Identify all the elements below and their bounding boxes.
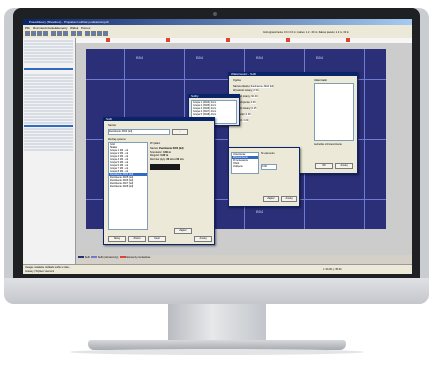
measure-icon[interactable]	[97, 31, 102, 36]
grid-layout-title: Układ siatki	[314, 79, 327, 82]
dialog-title: Sufity	[189, 95, 239, 98]
legend-item: Sufit (zaznaczony)	[97, 256, 119, 259]
name-input[interactable]: Zwolnienie 3404 (kd)	[108, 129, 170, 135]
ruler-marker[interactable]	[226, 38, 230, 42]
ruler-marker[interactable]	[286, 38, 290, 42]
zoom-in-icon[interactable]	[51, 31, 56, 36]
change-button[interactable]: Zmień	[128, 236, 146, 242]
ruler-marker[interactable]	[106, 38, 110, 42]
list-item[interactable]: Zwolnienie 3408 (kd)	[109, 185, 147, 188]
monitor-chin	[4, 278, 429, 304]
left-panel	[23, 38, 76, 264]
tile-label: B54	[316, 55, 324, 60]
example-label: Przykład:	[150, 142, 161, 145]
new-icon[interactable]	[25, 31, 30, 36]
ok-button[interactable]: OK	[315, 163, 333, 169]
list-item[interactable]: Grupa 5 (3408) 2mm	[192, 113, 236, 116]
tile-label: B54	[256, 55, 264, 60]
camera-dot	[213, 12, 217, 16]
delete-button[interactable]: Usuń	[148, 236, 166, 242]
cancel-button[interactable]: Anuluj	[194, 236, 212, 242]
print-icon[interactable]	[43, 31, 48, 36]
legend: Sufit Sufit (zaznaczony) Elementy montaż…	[78, 256, 408, 260]
window-title: Posadzkowy (Sheetbox) - Projektant sufit…	[29, 20, 110, 24]
element-list[interactable]: Uziemienie Wykończenie Przeniesienie Obr…	[231, 152, 259, 174]
open-icon[interactable]	[31, 31, 36, 36]
rotate-icon[interactable]	[91, 31, 96, 36]
ruler-marker[interactable]	[346, 38, 350, 42]
example-props: Nazwa: Zwolnienie 3404 (kd) Szerokość: 0…	[150, 147, 184, 161]
element-number-input[interactable]: 0.00	[261, 164, 277, 170]
monitor-shadow	[70, 349, 364, 355]
settings-icon[interactable]	[103, 31, 108, 36]
element-dialog: Uziemienie Wykończenie Przeniesienie Obr…	[228, 147, 300, 207]
ruler-marker[interactable]	[166, 38, 170, 42]
redo-icon[interactable]	[77, 31, 82, 36]
cancel-button[interactable]: Anuluj	[335, 163, 353, 169]
header-message: Grid ograniczenia: 0.6 / 0.6 m; zakres: …	[263, 31, 350, 34]
app-window: Posadzkowy (Sheetbox) - Projektant sufit…	[23, 19, 412, 274]
status-line: Gotowy | Wybierz element	[25, 270, 55, 273]
tile-label: B54	[196, 55, 204, 60]
save-button[interactable]: Zapisz	[174, 228, 192, 234]
element-number-label: Nr elementu	[261, 152, 275, 155]
pan-icon[interactable]	[63, 31, 68, 36]
zoom-out-icon[interactable]	[57, 31, 62, 36]
tab-general[interactable]: Ogólne	[233, 79, 241, 82]
uniform-checkbox[interactable]: Jednolite rozmieszczenie	[314, 143, 342, 146]
cursor-position: x: 60.00 y: 35.00	[323, 268, 342, 271]
undo-icon[interactable]	[71, 31, 76, 36]
save-button[interactable]: Zapisz	[263, 196, 279, 202]
prop-row: Nazwa obiektu: Zwolnienie 3404 (kd) Wyso…	[233, 85, 275, 122]
new-button[interactable]: Nowy	[108, 236, 126, 242]
monitor-stand-neck	[168, 304, 266, 344]
status-line: Uwaga: ustalanie rozkładu sufitu w toku.…	[25, 266, 71, 269]
legend-item: Sufit	[84, 256, 90, 259]
dialog-title: Właściwości - Sufit	[229, 73, 357, 76]
tile-label: B54	[136, 55, 144, 60]
system-list[interactable]: Grid Siatka Grupa 1 M4 - ok Grupa 2 M4 -…	[108, 142, 148, 230]
name-label: Nazwa:	[108, 124, 117, 127]
grid-table[interactable]	[314, 83, 354, 141]
tile-preview	[150, 164, 180, 170]
save-icon[interactable]	[37, 31, 42, 36]
status-bar: Uwaga: ustalanie rozkładu sufitu w toku.…	[23, 264, 412, 274]
dialog-title: Sufit	[104, 118, 214, 121]
system-type-label: Rodzaj systemu	[108, 138, 126, 141]
edit-name-button[interactable]: ...	[172, 129, 188, 135]
legend-item: Elementy montażowe	[126, 256, 151, 259]
ceiling-dialog: Sufit Nazwa: Zwolnienie 3404 (kd) ... Ro…	[103, 117, 215, 245]
cancel-button[interactable]: Anuluj	[281, 196, 297, 202]
grid-icon[interactable]	[85, 31, 90, 36]
tile-label: B54	[256, 209, 264, 214]
list-item[interactable]: Odcięcie	[232, 165, 258, 168]
